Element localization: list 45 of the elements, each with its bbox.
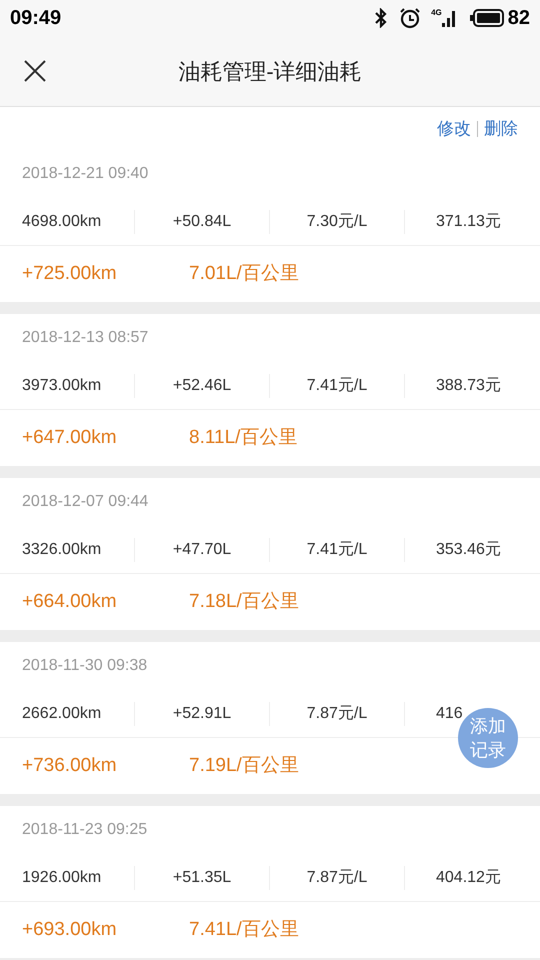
consumption-value: 7.41L/百公里	[189, 918, 299, 942]
distance-value: +736.00km	[21, 754, 118, 778]
fuel-amount: +47.70L	[172, 540, 232, 560]
fuel-amount: +52.46L	[172, 376, 232, 396]
fuel-price: 7.87元/L	[306, 704, 368, 724]
total-cost: 404.12元	[436, 868, 501, 888]
alarm-icon	[399, 7, 422, 29]
network-label: 4G	[431, 9, 442, 17]
close-icon	[23, 59, 47, 83]
distance-value: +647.00km	[21, 426, 118, 450]
distance-value: +693.00km	[21, 918, 118, 942]
fuel-amount: +52.91L	[172, 704, 232, 724]
page-title: 油耗管理-详细油耗	[178, 58, 362, 86]
odometer-value: 2662.00km	[22, 704, 102, 724]
total-cost: 371.13元	[436, 212, 501, 232]
odometer-value: 3973.00km	[22, 376, 102, 396]
record-date: 2018-11-30 09:38	[22, 656, 148, 676]
fuel-amount: +50.84L	[172, 212, 232, 232]
odometer-value: 4698.00km	[22, 212, 102, 232]
distance-value: +664.00km	[21, 590, 118, 614]
signal-icon	[442, 9, 458, 27]
fuel-price: 7.87元/L	[306, 868, 368, 888]
fuel-price: 7.41元/L	[306, 540, 368, 560]
consumption-value: 8.11L/百公里	[189, 426, 298, 450]
action-link[interactable]: 删除	[484, 116, 518, 142]
record-date: 2018-12-13 08:57	[22, 328, 148, 348]
fuel-price: 7.30元/L	[306, 212, 368, 232]
total-cost: 388.73元	[436, 376, 501, 396]
distance-value: +725.00km	[21, 262, 118, 286]
consumption-value: 7.19L/百公里	[189, 754, 299, 778]
odometer-value: 3326.00km	[22, 540, 102, 560]
action-link[interactable]: 修改	[437, 116, 471, 142]
battery-level: 82	[508, 6, 530, 31]
fuel-price: 7.41元/L	[306, 376, 368, 396]
consumption-value: 7.01L/百公里	[189, 262, 299, 286]
record-date: 2018-12-07 09:44	[22, 492, 148, 512]
consumption-value: 7.18L/百公里	[189, 590, 299, 614]
odometer-value: 1926.00km	[22, 868, 102, 888]
total-cost: 353.46元	[436, 540, 501, 560]
record-date: 2018-11-23 09:25	[22, 820, 148, 840]
status-time: 09:49	[10, 6, 62, 31]
bluetooth-icon	[373, 8, 390, 28]
record-date: 2018-12-21 09:40	[22, 164, 148, 184]
battery-icon	[470, 9, 504, 27]
fuel-amount: +51.35L	[172, 868, 232, 888]
